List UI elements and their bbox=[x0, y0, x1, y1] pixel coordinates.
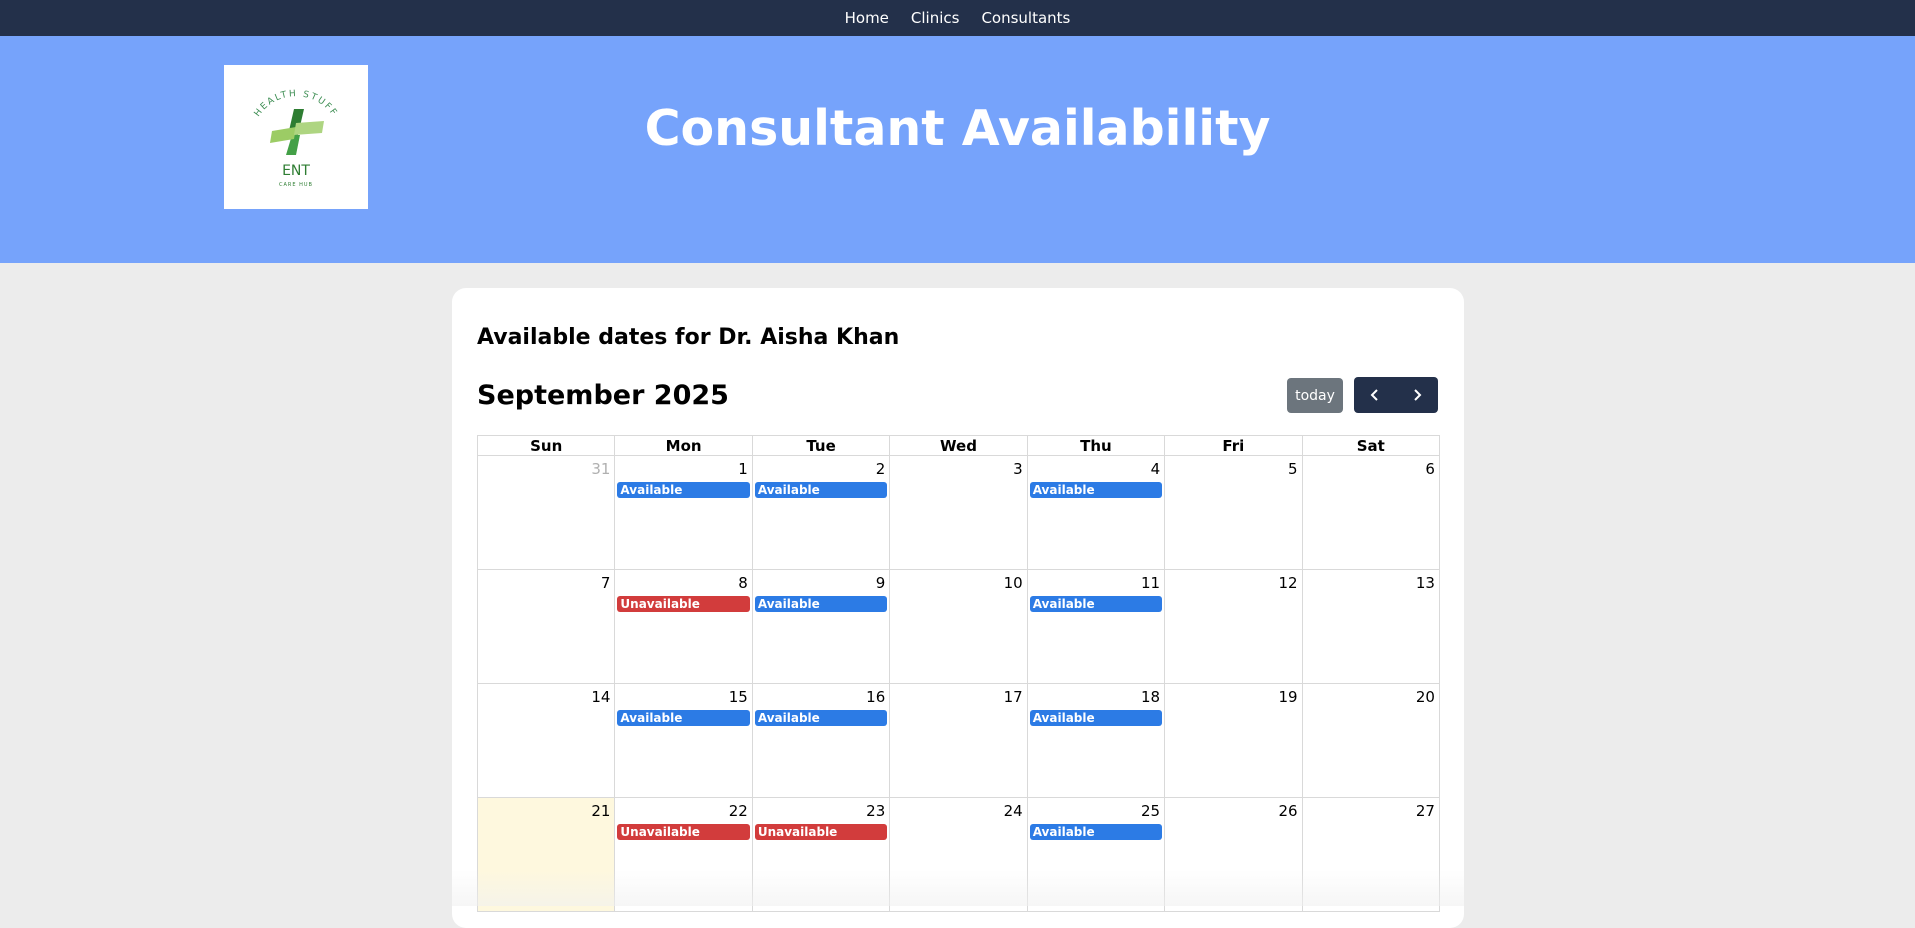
day-number[interactable]: 17 bbox=[1004, 688, 1023, 706]
day-number[interactable]: 16 bbox=[866, 688, 885, 706]
day-number[interactable]: 19 bbox=[1278, 688, 1297, 706]
weekday-sun: Sun bbox=[478, 436, 616, 456]
chevron-left-icon bbox=[1370, 389, 1378, 401]
available-event[interactable]: Available bbox=[754, 596, 888, 612]
calendar-day-cell[interactable]: 24 bbox=[890, 798, 1028, 912]
calendar-day-cell[interactable]: 10 bbox=[890, 570, 1028, 684]
available-event[interactable]: Available bbox=[1029, 710, 1163, 726]
calendar-day-cell[interactable]: 1 Available bbox=[615, 456, 753, 570]
day-number[interactable]: 2 bbox=[876, 460, 886, 478]
day-number[interactable]: 8 bbox=[738, 574, 748, 592]
day-number[interactable]: 3 bbox=[1013, 460, 1023, 478]
calendar-day-cell[interactable]: 7 bbox=[478, 570, 616, 684]
calendar-day-cell[interactable]: 17 bbox=[890, 684, 1028, 798]
day-number[interactable]: 7 bbox=[601, 574, 611, 592]
calendar-day-cell[interactable]: 15 Available bbox=[615, 684, 753, 798]
calendar-day-cell[interactable]: 27 bbox=[1302, 798, 1440, 912]
available-event[interactable]: Available bbox=[1029, 596, 1163, 612]
day-number[interactable]: 18 bbox=[1141, 688, 1160, 706]
calendar-week-row: 31 1 Available 2 Available 3 4 Available 5 6 bbox=[478, 456, 1440, 570]
calendar-day-cell[interactable]: 2 Available bbox=[752, 456, 891, 570]
calendar-day-cell[interactable]: 3 bbox=[890, 456, 1028, 570]
day-number[interactable]: 15 bbox=[729, 688, 748, 706]
calendar-day-cell[interactable]: 25 Available bbox=[1027, 798, 1166, 912]
nav-consultants-link[interactable]: Consultants bbox=[981, 9, 1070, 27]
nav-clinics-link[interactable]: Clinics bbox=[911, 9, 960, 27]
calendar-day-cell[interactable]: 13 bbox=[1302, 570, 1440, 684]
calendar-day-cell[interactable]: 9 Available bbox=[752, 570, 891, 684]
calendar-day-cell[interactable]: 4 Available bbox=[1027, 456, 1166, 570]
chevron-right-icon bbox=[1414, 389, 1422, 401]
page-title: Consultant Availability bbox=[644, 100, 1271, 157]
available-event[interactable]: Available bbox=[617, 710, 750, 726]
calendar-week-row: 7 8 Unavailable 9 Available 10 11 Available 12 13 bbox=[478, 570, 1440, 684]
unavailable-event[interactable]: Unavailable bbox=[754, 824, 888, 840]
day-number[interactable]: 23 bbox=[866, 802, 885, 820]
calendar-day-cell[interactable]: 8 Unavailable bbox=[615, 570, 753, 684]
nav-home-link[interactable]: Home bbox=[845, 9, 889, 27]
day-number[interactable]: 20 bbox=[1416, 688, 1435, 706]
available-event[interactable]: Available bbox=[617, 482, 750, 498]
unavailable-event[interactable]: Unavailable bbox=[617, 596, 750, 612]
day-number[interactable]: 22 bbox=[729, 802, 748, 820]
day-number[interactable]: 27 bbox=[1416, 802, 1435, 820]
day-number[interactable]: 12 bbox=[1278, 574, 1297, 592]
day-number[interactable]: 25 bbox=[1141, 802, 1160, 820]
available-event[interactable]: Available bbox=[1029, 824, 1163, 840]
hero-banner: HEALTH STUFF ENT CARE HUB Consultant Ava… bbox=[0, 36, 1915, 263]
calendar-day-cell[interactable]: 6 bbox=[1302, 456, 1440, 570]
day-number[interactable]: 10 bbox=[1004, 574, 1023, 592]
day-number[interactable]: 24 bbox=[1004, 802, 1023, 820]
calendar-week-row: 14 15 Available 16 Available 17 18 Available 19 2… bbox=[478, 684, 1440, 798]
weekday-thu: Thu bbox=[1027, 436, 1166, 456]
calendar-day-cell-today[interactable]: 21 bbox=[478, 798, 616, 912]
calendar-week-row: 21 22 Unavailable 23 Unavailable 24 25 Availabl… bbox=[478, 798, 1440, 912]
weekday-tue: Tue bbox=[752, 436, 891, 456]
weekday-wed: Wed bbox=[890, 436, 1028, 456]
weekday-header: Sun Mon Tue Wed Thu Fri Sat bbox=[478, 436, 1440, 456]
day-number[interactable]: 31 bbox=[591, 460, 610, 478]
calendar-day-cell[interactable]: 26 bbox=[1165, 798, 1303, 912]
available-event[interactable]: Available bbox=[754, 710, 888, 726]
day-number[interactable]: 13 bbox=[1416, 574, 1435, 592]
calendar-day-cell[interactable]: 23 Unavailable bbox=[752, 798, 891, 912]
calendar-nav-group bbox=[1354, 377, 1438, 413]
card-heading: Available dates for Dr. Aisha Khan bbox=[477, 325, 900, 350]
weekday-fri: Fri bbox=[1165, 436, 1303, 456]
today-button[interactable]: today bbox=[1287, 378, 1343, 413]
calendar-grid: Sun Mon Tue Wed Thu Fri Sat 31 1 Available… bbox=[477, 435, 1440, 912]
day-number[interactable]: 9 bbox=[876, 574, 886, 592]
calendar-body: 31 1 Available 2 Available 3 4 Available 5 6 7 8 Una… bbox=[478, 456, 1440, 912]
day-number[interactable]: 6 bbox=[1425, 460, 1435, 478]
day-number[interactable]: 5 bbox=[1288, 460, 1298, 478]
prev-month-button[interactable] bbox=[1354, 377, 1396, 413]
weekday-sat: Sat bbox=[1302, 436, 1440, 456]
day-number[interactable]: 1 bbox=[738, 460, 748, 478]
calendar-day-cell[interactable]: 19 bbox=[1165, 684, 1303, 798]
top-nav: Home Clinics Consultants bbox=[0, 0, 1915, 36]
calendar-day-cell[interactable]: 20 bbox=[1302, 684, 1440, 798]
day-number[interactable]: 14 bbox=[591, 688, 610, 706]
availability-card: Available dates for Dr. Aisha Khan Septe… bbox=[452, 288, 1464, 928]
calendar-day-cell[interactable]: 12 bbox=[1165, 570, 1303, 684]
day-number[interactable]: 21 bbox=[591, 802, 610, 820]
logo-brand: ENT bbox=[282, 163, 310, 179]
logo-tagline: CARE HUB bbox=[279, 182, 313, 188]
day-number[interactable]: 4 bbox=[1151, 460, 1161, 478]
day-number[interactable]: 11 bbox=[1141, 574, 1160, 592]
available-event[interactable]: Available bbox=[1029, 482, 1163, 498]
unavailable-event[interactable]: Unavailable bbox=[617, 824, 750, 840]
calendar-day-cell[interactable]: 22 Unavailable bbox=[615, 798, 753, 912]
day-number[interactable]: 26 bbox=[1278, 802, 1297, 820]
calendar-day-cell[interactable]: 5 bbox=[1165, 456, 1303, 570]
calendar-day-cell[interactable]: 18 Available bbox=[1027, 684, 1166, 798]
next-month-button[interactable] bbox=[1396, 377, 1438, 413]
available-event[interactable]: Available bbox=[754, 482, 888, 498]
calendar-day-cell[interactable]: 11 Available bbox=[1027, 570, 1166, 684]
calendar-day-cell[interactable]: 14 bbox=[478, 684, 616, 798]
calendar-day-cell[interactable]: 16 Available bbox=[752, 684, 891, 798]
calendar-month-title: September 2025 bbox=[477, 380, 729, 411]
weekday-mon: Mon bbox=[615, 436, 753, 456]
calendar-day-cell[interactable]: 31 bbox=[478, 456, 616, 570]
